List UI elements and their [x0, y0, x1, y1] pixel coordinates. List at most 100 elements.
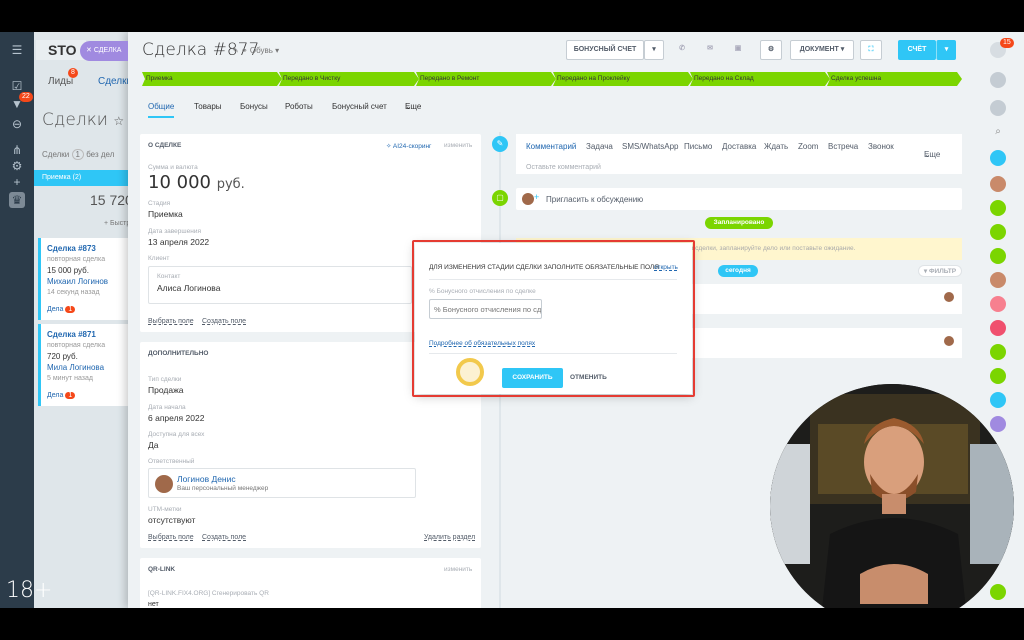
- bonus-percent-input[interactable]: [429, 299, 542, 319]
- stage-step[interactable]: Передано на Проклейку: [553, 72, 693, 86]
- chat-icon[interactable]: [990, 100, 1006, 116]
- chevron-down-icon: ▾: [840, 46, 845, 53]
- gear-icon[interactable]: ⚙: [9, 158, 25, 174]
- create-field-link[interactable]: Создать поле: [202, 318, 246, 325]
- tl-tab[interactable]: Письмо: [684, 142, 712, 151]
- star-icon[interactable]: ☆: [113, 114, 124, 128]
- phone-icon[interactable]: [990, 150, 1006, 166]
- task-icon[interactable]: [990, 272, 1006, 288]
- menu-icon[interactable]: ☰: [9, 42, 25, 58]
- close-date-value[interactable]: 13 апреля 2022: [148, 237, 209, 247]
- plus-icon: +: [534, 192, 540, 202]
- copy-link-button[interactable]: ⛶: [860, 40, 882, 60]
- access-value[interactable]: Да: [148, 440, 158, 450]
- bonus-invoice-dropdown[interactable]: ▾: [644, 40, 664, 60]
- call-icon[interactable]: [990, 584, 1006, 600]
- minus-circle-icon[interactable]: ⊖: [9, 116, 25, 132]
- link-icon[interactable]: ⚭: [241, 46, 248, 55]
- avatar-group-icon[interactable]: [990, 176, 1006, 192]
- responsible-box[interactable]: Логинов Денис Ваш персональный менеджер: [148, 468, 416, 498]
- search-icon[interactable]: ⌕: [990, 126, 1006, 142]
- stage-count: (2): [72, 174, 82, 181]
- edit-link[interactable]: изменить: [444, 142, 472, 149]
- utm-value: отсутствуют: [148, 515, 196, 525]
- invoice-dropdown[interactable]: ▾: [936, 40, 956, 60]
- filter-text: без дел: [86, 150, 115, 159]
- sitemap-icon[interactable]: ⋔: [9, 142, 25, 158]
- stage-step[interactable]: Передано на Склад: [690, 72, 830, 86]
- chat-bubble-icon: ▢: [492, 190, 508, 206]
- task-icon[interactable]: [990, 320, 1006, 336]
- client-box[interactable]: Контакт Алиса Логинова: [148, 266, 412, 304]
- tab-products[interactable]: Товары: [194, 102, 222, 111]
- sum-value[interactable]: 10 000 руб.: [148, 172, 245, 193]
- bonus-invoice-button[interactable]: БОНУСНЫЙ СЧЕТ: [566, 40, 644, 60]
- responsible-name[interactable]: Логинов Денис: [177, 474, 236, 484]
- tl-tab[interactable]: Звонок: [868, 142, 894, 151]
- start-date-value[interactable]: 6 апреля 2022: [148, 413, 204, 423]
- tl-tab[interactable]: SMS/WhatsApp: [622, 142, 678, 151]
- stage-value[interactable]: Приемка: [148, 209, 183, 219]
- task-icon[interactable]: [990, 392, 1006, 408]
- tl-tab[interactable]: Задача: [586, 142, 613, 151]
- invite-row[interactable]: + Пригласить к обсуждению: [516, 188, 962, 210]
- task-icon[interactable]: [990, 368, 1006, 384]
- stage-step[interactable]: Передано в Ремонт: [416, 72, 556, 86]
- tl-tab[interactable]: Ждать: [764, 142, 788, 151]
- comment-input[interactable]: Оставьте комментарий: [526, 164, 601, 171]
- required-fields-help-link[interactable]: Подробнее об обязательных полях: [429, 340, 535, 347]
- filter-button[interactable]: ▾ ФИЛЬТР: [918, 265, 962, 277]
- document-button[interactable]: ДОКУМЕНТ ▾: [790, 40, 854, 60]
- planned-badge: Запланировано: [705, 217, 773, 229]
- task-icon[interactable]: [990, 224, 1006, 240]
- close-icon: ✕: [86, 47, 92, 54]
- edit-link[interactable]: изменить: [444, 566, 472, 573]
- choose-field-link[interactable]: Выбрать поле: [148, 534, 194, 541]
- delete-section-link[interactable]: Удалить раздел: [424, 534, 475, 541]
- ai-scoring-link[interactable]: ✧ AI24-скоринг: [386, 142, 431, 150]
- save-button[interactable]: СОХРАНИТЬ: [502, 368, 563, 388]
- tab-leads[interactable]: Лиды: [48, 76, 73, 87]
- tab-robots[interactable]: Роботы: [285, 102, 313, 111]
- choose-field-link[interactable]: Выбрать поле: [148, 318, 194, 325]
- tl-tab[interactable]: Встреча: [828, 142, 858, 151]
- pencil-icon[interactable]: ✎: [232, 46, 239, 55]
- mail-icon[interactable]: ✉: [700, 40, 720, 60]
- task-icon[interactable]: [990, 296, 1006, 312]
- slider-close-button[interactable]: ✕ СДЕЛКА: [80, 41, 128, 61]
- qr-tail: нет: [148, 601, 159, 608]
- tab-general[interactable]: Общие: [148, 102, 175, 118]
- crown-icon[interactable]: ♛: [9, 192, 25, 208]
- invoice-button[interactable]: СЧЁТ: [898, 40, 936, 60]
- cancel-button[interactable]: ОТМЕНИТЬ: [570, 368, 607, 388]
- contact-name[interactable]: Алиса Логинова: [157, 283, 220, 293]
- task-icon[interactable]: [990, 344, 1006, 360]
- tl-tab[interactable]: Доставка: [722, 142, 756, 151]
- tab-bonus-invoice[interactable]: Бонусный счет: [332, 102, 387, 111]
- deal-type-value[interactable]: Продажа: [148, 385, 183, 395]
- timeline-editor: Комментарий Задача SMS/WhatsApp Письмо Д…: [516, 134, 962, 174]
- right-badge: 15: [1000, 38, 1014, 48]
- task-icon[interactable]: [990, 416, 1006, 432]
- settings-gear-button[interactable]: ⚙: [760, 40, 782, 60]
- stage-step[interactable]: Приемка: [142, 72, 282, 86]
- stage-step[interactable]: Сделка успешна: [827, 72, 962, 86]
- deals-filter[interactable]: Сделки 1 без дел: [42, 149, 115, 160]
- bell-icon[interactable]: [990, 72, 1006, 88]
- phone-icon[interactable]: ✆: [672, 40, 692, 60]
- letterbox: [0, 608, 1024, 640]
- task-icon[interactable]: [990, 200, 1006, 216]
- expand-icon: ⛶: [868, 46, 874, 53]
- section-header: QR-LINK: [148, 566, 176, 573]
- open-link[interactable]: открыть: [654, 264, 678, 271]
- tab-deals[interactable]: Сделки: [98, 76, 132, 87]
- chat-icon[interactable]: ▣: [728, 40, 748, 60]
- tab-bonuses[interactable]: Бонусы: [240, 102, 268, 111]
- deal-category[interactable]: ✎ ⚭ Обувь ▾: [232, 46, 279, 55]
- plus-icon[interactable]: +: [9, 174, 25, 190]
- task-icon[interactable]: [990, 248, 1006, 264]
- stage-step[interactable]: Передано в Чистку: [279, 72, 419, 86]
- tl-tab[interactable]: Комментарий: [526, 142, 576, 151]
- tl-tab[interactable]: Zoom: [798, 142, 818, 151]
- create-field-link[interactable]: Создать поле: [202, 534, 246, 541]
